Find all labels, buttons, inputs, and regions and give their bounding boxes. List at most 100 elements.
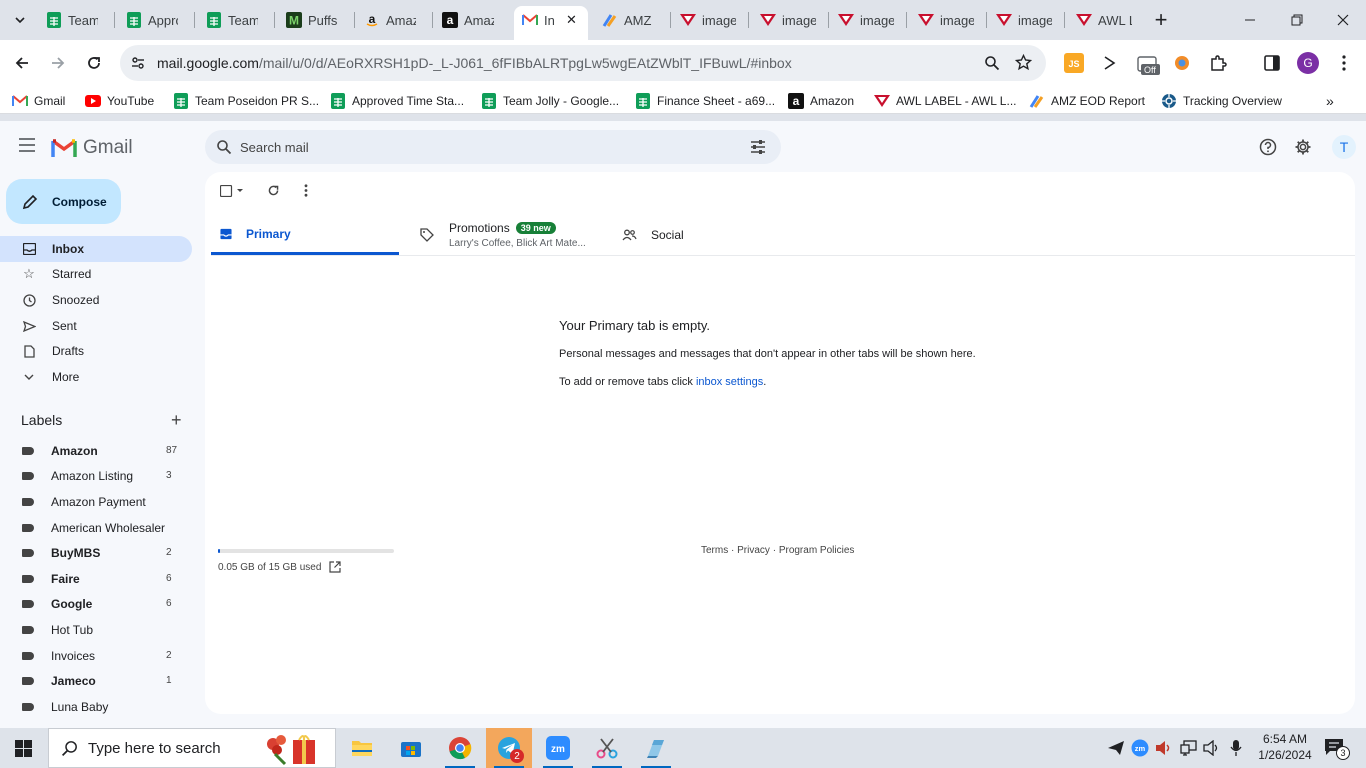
bookmark-gmail[interactable]: Gmail <box>12 92 65 110</box>
zoom-search-icon[interactable] <box>984 55 1000 74</box>
sidebar-item-inbox[interactable]: Inbox <box>0 236 192 262</box>
search-options-icon[interactable] <box>750 139 766 158</box>
bookmark-team-poseidon[interactable]: Team Poseidon PR S... <box>173 92 319 110</box>
side-panel-icon[interactable] <box>1261 52 1283 74</box>
tab-9[interactable]: image <box>760 8 816 32</box>
taskbar-file-explorer[interactable] <box>339 728 385 768</box>
address-bar[interactable]: mail.google.com/mail/u/0/d/AEoRXRSH1pD-_… <box>120 45 1046 81</box>
taskbar-search-box[interactable]: Type here to search <box>48 728 336 768</box>
label-item[interactable]: Invoices 2 <box>0 643 192 668</box>
label-item[interactable]: Luna Baby <box>0 694 192 719</box>
tab-8[interactable]: image <box>680 8 736 32</box>
label-item[interactable]: Amazon Listing 3 <box>0 463 192 488</box>
label-item[interactable]: Google 6 <box>0 591 192 616</box>
tray-zoom-icon[interactable]: zm <box>1131 739 1149 760</box>
bookmark-star-icon[interactable] <box>1014 53 1033 74</box>
bookmark-team-jolly[interactable]: Team Jolly - Google... <box>481 92 619 110</box>
tab-10[interactable]: image <box>838 8 894 32</box>
tab-7[interactable]: AMZ <box>602 8 654 32</box>
taskbar-zoom[interactable]: zm <box>535 728 581 768</box>
tab-social[interactable]: Social <box>622 215 802 255</box>
bookmark-youtube[interactable]: YouTube <box>85 92 154 110</box>
minimize-button[interactable] <box>1236 8 1264 32</box>
tab-primary[interactable]: Primary <box>211 215 399 255</box>
sidebar-item-snoozed[interactable]: Snoozed <box>0 287 192 313</box>
search-icon[interactable] <box>216 139 232 158</box>
taskbar-microsoft-store[interactable] <box>388 728 434 768</box>
tray-audio-alert-icon[interactable] <box>1155 740 1173 759</box>
bookmark-finance-sheet[interactable]: Finance Sheet - a69... <box>635 92 775 110</box>
tray-send-icon[interactable] <box>1107 740 1125 759</box>
label-item[interactable]: Jameco 1 <box>0 668 192 693</box>
chrome-menu-icon[interactable] <box>1333 52 1355 74</box>
label-item[interactable]: Amazon Payment <box>0 489 192 514</box>
tab-search-button[interactable] <box>6 8 34 32</box>
label-item[interactable]: Hot Tub <box>0 617 192 642</box>
tab-5[interactable]: a Amaz <box>442 8 494 32</box>
support-icon[interactable] <box>1259 138 1277 159</box>
close-window-button[interactable] <box>1329 8 1357 32</box>
site-info-icon[interactable] <box>130 55 146 74</box>
bookmarks-overflow-button[interactable]: » <box>1326 92 1334 110</box>
js-extension-icon[interactable]: JS <box>1063 52 1085 74</box>
tab-0[interactable]: Team P <box>46 8 98 32</box>
program-policies-link[interactable]: Program Policies <box>779 545 855 556</box>
open-external-icon[interactable] <box>329 561 342 573</box>
inbox-settings-link[interactable]: inbox settings <box>696 376 763 388</box>
terms-link[interactable]: Terms <box>701 545 728 556</box>
bookmark-awl-label[interactable]: AWL LABEL - AWL L... <box>874 92 1017 110</box>
bookmark-amz-eod[interactable]: AMZ EOD Report <box>1029 92 1145 110</box>
forward-button[interactable] <box>44 49 72 77</box>
restore-button[interactable] <box>1283 8 1311 32</box>
main-menu-button[interactable] <box>18 138 36 155</box>
orange-extension-icon[interactable] <box>1171 52 1193 74</box>
search-mail-bar[interactable]: Search mail <box>205 130 781 164</box>
tab-4[interactable]: a Amaz <box>364 8 416 32</box>
tray-volume-icon[interactable] <box>1203 739 1221 759</box>
reload-button[interactable] <box>80 49 108 77</box>
label-item[interactable]: BuyMBS 2 <box>0 540 192 565</box>
more-options-icon[interactable] <box>304 184 308 200</box>
sidebar-item-sent[interactable]: Sent <box>0 313 192 339</box>
search-input[interactable]: Search mail <box>240 140 309 155</box>
tab-promotions[interactable]: Promotions 39 new Larry's Coffee, Blick … <box>420 215 610 255</box>
start-button[interactable] <box>0 728 46 768</box>
sidebar-item-starred[interactable]: ☆ Starred <box>0 261 192 287</box>
label-item[interactable]: American Wholesaler <box>0 515 192 540</box>
cursor-extension-icon[interactable] <box>1099 52 1121 74</box>
taskbar-notepad-app[interactable] <box>633 728 679 768</box>
profile-avatar[interactable]: G <box>1297 52 1319 74</box>
tray-clock[interactable]: 6:54 AM 1/26/2024 <box>1252 731 1318 763</box>
taskbar-snipping-tool[interactable] <box>584 728 630 768</box>
tab-3[interactable]: M Puffs <box>286 8 338 32</box>
bookmark-amazon[interactable]: a Amazon <box>788 92 854 110</box>
sidebar-item-more[interactable]: More <box>0 364 192 390</box>
gmail-logo[interactable]: Gmail <box>51 137 133 159</box>
label-item[interactable]: Faire 6 <box>0 566 192 591</box>
compose-button[interactable]: Compose <box>6 179 121 224</box>
select-all-checkbox[interactable] <box>219 184 246 200</box>
privacy-link[interactable]: Privacy <box>737 545 770 556</box>
add-label-plus-icon[interactable]: + <box>171 411 182 429</box>
settings-gear-icon[interactable] <box>1294 138 1312 159</box>
account-avatar[interactable]: T <box>1332 135 1356 159</box>
label-item[interactable]: Amazon 87 <box>0 438 192 463</box>
notification-center-icon[interactable]: 3 <box>1324 738 1350 760</box>
sidebar-item-drafts[interactable]: Drafts <box>0 338 192 364</box>
tray-network-icon[interactable] <box>1180 740 1198 759</box>
extensions-puzzle-icon[interactable] <box>1207 52 1229 74</box>
tab-12[interactable]: image <box>996 8 1052 32</box>
tab-1[interactable]: Appro <box>126 8 178 32</box>
tab-6-active[interactable]: In ✕ <box>522 8 577 32</box>
tab-11[interactable]: image <box>918 8 974 32</box>
bookmark-approved-time[interactable]: Approved Time Sta... <box>330 92 464 110</box>
bookmark-tracking-overview[interactable]: Tracking Overview <box>1161 92 1282 110</box>
back-button[interactable] <box>8 49 36 77</box>
taskbar-chrome[interactable] <box>437 728 483 768</box>
tray-microphone-icon[interactable] <box>1230 739 1242 760</box>
new-tab-button[interactable]: + <box>1147 8 1175 32</box>
refresh-icon[interactable] <box>267 184 280 200</box>
tab-2[interactable]: Team <box>206 8 258 32</box>
tab-13[interactable]: AWL L <box>1076 8 1132 32</box>
off-extension-icon[interactable]: Off <box>1137 54 1161 76</box>
